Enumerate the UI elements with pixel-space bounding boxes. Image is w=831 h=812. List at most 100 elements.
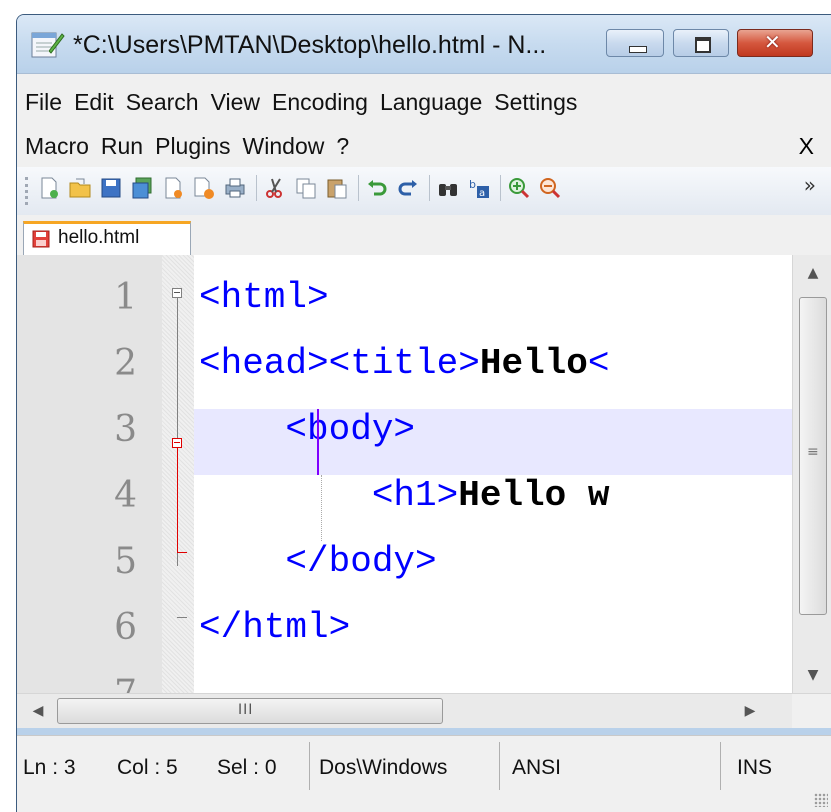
open-file-icon[interactable]: [68, 176, 92, 200]
tab-bar: hello.html: [17, 215, 831, 256]
close-button[interactable]: [737, 29, 813, 57]
text-caret: [317, 409, 319, 475]
scroll-down-arrow-icon[interactable]: ▼: [793, 657, 831, 693]
line-number: 7: [17, 673, 137, 693]
horizontal-scrollbar[interactable]: ◀ III ▶: [17, 693, 831, 728]
redo-icon[interactable]: [396, 176, 420, 200]
scroll-left-arrow-icon[interactable]: ◀: [21, 694, 55, 728]
code-editor[interactable]: 1 <html> 2 <head><title>Hello< 3 <body> …: [17, 255, 792, 693]
replace-icon[interactable]: ba: [467, 176, 491, 200]
code-line: 1 <html>: [17, 277, 792, 343]
vertical-scrollbar[interactable]: ▲ ≡ ▼: [792, 255, 831, 693]
notepadpp-window: *C:\Users\PMTAN\Desktop\hello.html - N..…: [16, 14, 831, 812]
tab-label: hello.html: [58, 227, 140, 248]
menu-plugins[interactable]: Plugins: [155, 133, 230, 160]
menu-encoding[interactable]: Encoding: [272, 89, 368, 116]
line-number: 3: [114, 409, 137, 450]
svg-text:b: b: [469, 178, 476, 191]
vertical-scroll-thumb[interactable]: ≡: [799, 297, 827, 615]
line-code: </html>: [199, 607, 350, 648]
status-column: Col : 5: [117, 756, 178, 779]
line-code: <h1>Hello w: [199, 475, 610, 516]
tab-hello-html[interactable]: hello.html: [23, 221, 191, 255]
html-tag: <: [587, 343, 610, 384]
menu-language[interactable]: Language: [380, 89, 482, 116]
line-number: 2: [114, 343, 137, 384]
unsaved-file-icon: [32, 230, 50, 248]
text-content: Hello w: [458, 475, 610, 516]
zoom-in-icon[interactable]: [507, 176, 531, 200]
minimize-button[interactable]: [606, 29, 664, 57]
scroll-grip-icon: ≡: [807, 444, 819, 460]
scrollbar-corner: [792, 694, 831, 728]
html-tag: <html>: [199, 277, 329, 318]
html-tag: </html>: [199, 607, 351, 648]
code-line-current: 3 <body>: [17, 409, 792, 475]
code-line: 7: [17, 673, 792, 693]
svg-text:a: a: [479, 188, 485, 199]
new-file-icon[interactable]: [37, 176, 61, 200]
close-all-icon[interactable]: [192, 176, 216, 200]
html-tag: <head><title>: [199, 343, 480, 384]
status-line: Ln : 3: [23, 756, 76, 779]
status-encoding: ANSI: [512, 756, 562, 779]
menu-file[interactable]: File: [25, 89, 62, 116]
find-icon[interactable]: [436, 176, 460, 200]
print-icon[interactable]: [223, 176, 247, 200]
zoom-out-icon[interactable]: [538, 176, 562, 200]
status-separator: [309, 742, 310, 790]
cut-icon[interactable]: [263, 176, 287, 200]
undo-icon[interactable]: [365, 176, 389, 200]
maximize-button[interactable]: [673, 29, 729, 57]
line-code: <head><title>Hello<: [199, 343, 610, 384]
window-title: *C:\Users\PMTAN\Desktop\hello.html - N..…: [73, 31, 547, 59]
menu-bar: File Edit Search View Encoding Language …: [17, 73, 831, 168]
menu-row-2: Macro Run Plugins Window ? X: [17, 124, 831, 168]
paste-icon[interactable]: [325, 176, 349, 200]
horizontal-scroll-thumb[interactable]: III: [57, 698, 443, 724]
scroll-grip-icon: III: [238, 702, 254, 718]
resize-grip-icon[interactable]: [814, 793, 828, 807]
status-bar: Ln : 3 Col : 5 Sel : 0 Dos\Windows ANSI …: [17, 735, 831, 812]
notepad-app-icon: [31, 32, 65, 58]
save-icon[interactable]: [99, 176, 123, 200]
status-insert-mode: INS: [737, 756, 773, 779]
menu-edit[interactable]: Edit: [74, 89, 114, 116]
line-number: 6: [114, 607, 137, 648]
title-bar[interactable]: *C:\Users\PMTAN\Desktop\hello.html - N..…: [17, 15, 831, 73]
toolbar-separator: [358, 175, 359, 201]
menu-window[interactable]: Window: [243, 133, 325, 160]
menu-run[interactable]: Run: [101, 133, 143, 160]
menu-help[interactable]: ?: [336, 133, 349, 160]
menu-settings[interactable]: Settings: [494, 89, 577, 116]
scroll-up-arrow-icon[interactable]: ▲: [793, 255, 831, 291]
text-content: Hello: [479, 343, 588, 384]
scroll-right-arrow-icon[interactable]: ▶: [733, 694, 767, 728]
menu-view[interactable]: View: [211, 89, 260, 116]
code-line: 5 </body>: [17, 541, 792, 607]
toolbar-separator: [500, 175, 501, 201]
html-tag: <body>: [199, 409, 416, 450]
toolbar-overflow-chevron-icon[interactable]: »: [804, 173, 816, 197]
copy-icon[interactable]: [294, 176, 318, 200]
line-number: 4: [114, 475, 137, 516]
code-line: 4 <h1>Hello w: [17, 475, 792, 541]
html-tag: </body>: [199, 541, 437, 582]
menu-macro[interactable]: Macro: [25, 133, 89, 160]
toolbar-grip[interactable]: [25, 177, 31, 205]
line-code: <html>: [199, 277, 329, 318]
code-line: 6 </html>: [17, 607, 792, 673]
toolbar-separator: [256, 175, 257, 201]
menu-search[interactable]: Search: [126, 89, 199, 116]
code-line: 2 <head><title>Hello<: [17, 343, 792, 409]
close-icon[interactable]: [161, 176, 185, 200]
status-separator: [720, 742, 721, 790]
line-code: <body>: [199, 409, 415, 450]
save-all-icon[interactable]: [130, 176, 154, 200]
line-code: </body>: [199, 541, 437, 582]
toolbar: ba »: [17, 167, 831, 216]
menu-row-1: File Edit Search View Encoding Language …: [17, 80, 831, 124]
line-number: 5: [114, 541, 137, 582]
status-eol-format: Dos\Windows: [319, 756, 448, 779]
close-document-button[interactable]: X: [799, 133, 814, 160]
